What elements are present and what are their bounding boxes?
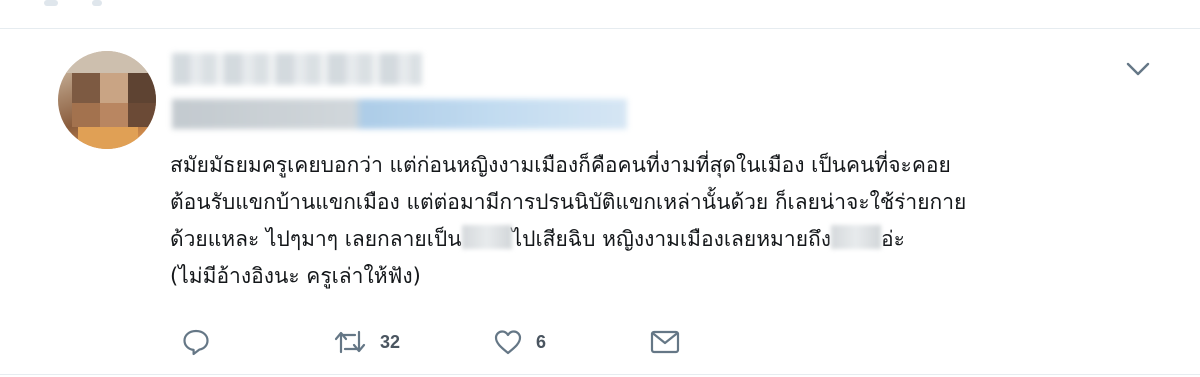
tweet-text-fragment: ด้วยแหละ ไปๆมาๆ เลยกลายเป็น bbox=[170, 227, 462, 251]
tweet-text: สมัยมัธยมครูเคยบอกว่า แต่ก่อนหญิงงามเมือ… bbox=[170, 147, 1160, 295]
tweet-text-fragment: อ่ะ bbox=[880, 227, 905, 251]
retweet-icon bbox=[334, 330, 366, 354]
tweet-text-line: ด้วยแหละ ไปๆมาๆ เลยกลายเป็น ไปเสียฉิบ หญิ… bbox=[170, 221, 1160, 258]
redacted-word bbox=[830, 225, 881, 249]
tweet-actions: 32 6 bbox=[180, 326, 700, 360]
reply-icon bbox=[183, 329, 209, 356]
heart-icon bbox=[494, 330, 522, 355]
avatar[interactable] bbox=[58, 51, 156, 149]
tweet-text-fragment: ไปเสียฉิบ หญิงงามเมืองเลยหมายถึง bbox=[511, 227, 831, 251]
like-count: 6 bbox=[536, 331, 547, 352]
previous-tweet-fragment bbox=[44, 0, 58, 6]
tweet-text-line: ต้อนรับแขกบ้านแขกเมือง แต่ต่อมามีการปรนน… bbox=[170, 190, 967, 214]
tweet-text-line: สมัยมัธยมครูเคยบอกว่า แต่ก่อนหญิงงามเมือ… bbox=[170, 153, 951, 177]
tweet-text-line: (ไม่มีอ้างอิงนะ ครูเล่าให้ฟัง) bbox=[170, 264, 421, 288]
envelope-icon bbox=[650, 330, 680, 354]
redacted-word bbox=[461, 225, 512, 249]
retweet-count: 32 bbox=[380, 331, 401, 352]
tweet-menu-button[interactable] bbox=[1124, 57, 1152, 81]
display-name-redacted[interactable] bbox=[172, 53, 422, 85]
direct-message-button[interactable] bbox=[648, 326, 682, 358]
reply-button[interactable] bbox=[180, 326, 212, 358]
retweet-button[interactable]: 32 bbox=[332, 326, 400, 358]
username-redacted[interactable] bbox=[172, 99, 627, 129]
like-button[interactable]: 6 bbox=[492, 326, 546, 358]
previous-tweet-fragment bbox=[92, 0, 102, 6]
previous-tweet-edge bbox=[0, 0, 1200, 29]
chevron-down-icon bbox=[1126, 62, 1150, 76]
tweet-card[interactable]: สมัยมัธยมครูเคยบอกว่า แต่ก่อนหญิงงามเมือ… bbox=[0, 29, 1200, 375]
